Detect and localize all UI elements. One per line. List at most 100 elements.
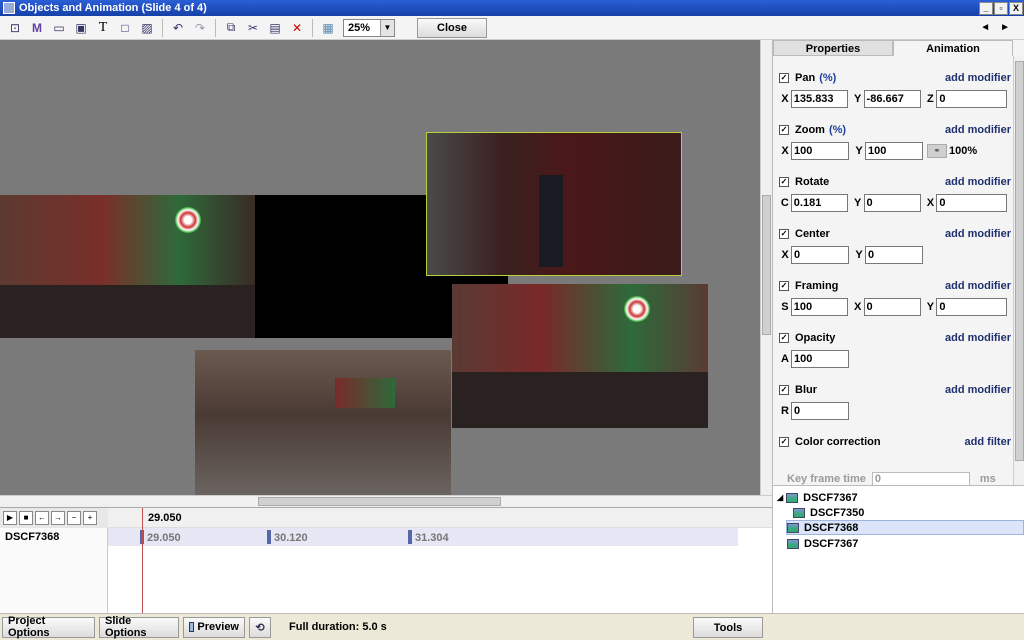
project-options-button[interactable]: Project Options (2, 615, 95, 639)
scroll-thumb[interactable] (1015, 61, 1024, 461)
image-icon[interactable]: ▨ (136, 18, 158, 38)
chevron-down-icon[interactable]: ▼ (380, 19, 394, 36)
tab-properties[interactable]: Properties (773, 40, 893, 56)
scroll-thumb[interactable] (258, 497, 501, 506)
zoom-label: Zoom (795, 124, 825, 136)
pan-tool-icon[interactable]: ⊡ (4, 18, 26, 38)
tree-item-label: DSCF7350 (810, 506, 865, 519)
slide-options-button[interactable]: Slide Options (99, 615, 179, 639)
object-tree: ◢ DSCF7367 DSCF7350 DSCF7368 DSCF7367 (772, 485, 1024, 613)
speaker-figure (539, 175, 563, 267)
zoom-x-input[interactable]: 100 (791, 142, 849, 160)
window-title: Objects and Animation (Slide 4 of 4) (19, 2, 207, 14)
opacity-label: Opacity (795, 332, 836, 344)
blur-r-input[interactable]: 0 (791, 402, 849, 420)
opacity-checkbox[interactable]: ✓ (779, 333, 789, 343)
zoom-out-icon[interactable]: − (67, 511, 81, 525)
playhead[interactable] (142, 508, 143, 614)
blur-add-modifier-link[interactable]: add modifier (945, 384, 1011, 396)
frame-icon[interactable]: ▭ (48, 18, 70, 38)
minimize-button[interactable]: _ (979, 1, 993, 15)
rectangle-icon[interactable]: □ (114, 18, 136, 38)
panel-scrollbar[interactable] (1013, 56, 1024, 485)
center-add-modifier-link[interactable]: add modifier (945, 228, 1011, 240)
rotate-preview-button[interactable]: ⟲ (249, 616, 271, 638)
photo-hall[interactable] (195, 350, 451, 495)
pan-add-modifier-link[interactable]: add modifier (945, 72, 1011, 84)
rotate-checkbox[interactable]: ✓ (779, 177, 789, 187)
framing-add-modifier-link[interactable]: add modifier (945, 280, 1011, 292)
pan-checkbox[interactable]: ✓ (779, 73, 789, 83)
undo-icon[interactable]: ↶ (167, 18, 189, 38)
pan-x-input[interactable]: 135.833 (790, 90, 848, 108)
framing-x-input[interactable]: 0 (863, 298, 921, 316)
photo-stage-left[interactable] (0, 195, 255, 338)
image-icon (787, 522, 799, 533)
preview-button[interactable]: Preview (183, 616, 245, 638)
photo-speaker-selected[interactable] (426, 132, 682, 276)
tools-button[interactable]: Tools (693, 617, 763, 638)
rotate-c-input[interactable]: 0.181 (790, 194, 848, 212)
tree-item-selected[interactable]: DSCF7368 (786, 520, 1024, 535)
rotate-add-modifier-link[interactable]: add modifier (945, 176, 1011, 188)
zoom-y-input[interactable]: 100 (865, 142, 923, 160)
opacity-a-input[interactable]: 100 (791, 350, 849, 368)
keyframe-time-input[interactable]: 0 (871, 472, 970, 486)
play-icon[interactable]: ▶ (3, 511, 17, 525)
grid-icon[interactable]: ▦ (317, 18, 339, 38)
close-window-button[interactable]: X (1009, 1, 1023, 15)
tree-item[interactable]: DSCF7367 (787, 536, 987, 551)
textbox-icon[interactable]: ▣ (70, 18, 92, 38)
color-correction-checkbox[interactable]: ✓ (779, 437, 789, 447)
zoom-in-icon[interactable]: + (83, 511, 97, 525)
keyframe-marker[interactable] (408, 530, 412, 544)
track-name-column: DSCF7368 (0, 528, 108, 614)
zoom-add-modifier-link[interactable]: add modifier (945, 124, 1011, 136)
canvas-vertical-scrollbar[interactable] (760, 40, 772, 495)
stop-icon[interactable]: ■ (19, 511, 33, 525)
text-t-icon[interactable]: T (92, 18, 114, 38)
timeline[interactable]: ▶ ■ ← → − + 29.050 DSCF7368 29.050 30.12… (0, 507, 772, 614)
arrow-left-icon[interactable]: ← (35, 511, 49, 525)
redo-icon[interactable]: ↷ (189, 18, 211, 38)
close-button[interactable]: Close (417, 17, 487, 38)
toolbar: ⊡ M ▭ ▣ T □ ▨ ↶ ↷ ⧉ ✂ ▤ ✕ ▦ 25% ▼ Close … (0, 16, 1024, 40)
arrow-right-icon[interactable]: → (51, 511, 65, 525)
prev-slide-icon[interactable]: ◄ (980, 22, 990, 33)
tab-animation[interactable]: Animation (893, 40, 1013, 56)
center-x-input[interactable]: 0 (791, 246, 849, 264)
opacity-add-modifier-link[interactable]: add modifier (945, 332, 1011, 344)
tree-item[interactable]: ◢ DSCF7367 (777, 490, 977, 505)
scroll-thumb[interactable] (762, 195, 771, 335)
zoom-checkbox[interactable]: ✓ (779, 125, 789, 135)
blur-checkbox[interactable]: ✓ (779, 385, 789, 395)
framing-s-input[interactable]: 100 (790, 298, 848, 316)
slide-canvas[interactable] (0, 40, 760, 495)
tree-item[interactable]: DSCF7350 (793, 505, 983, 520)
center-section: ✓ Center add modifier X0Y0 (779, 226, 1011, 264)
text-m-icon[interactable]: M (26, 18, 48, 38)
add-filter-link[interactable]: add filter (965, 436, 1011, 448)
cut-icon[interactable]: ✂ (242, 18, 264, 38)
canvas-horizontal-scrollbar[interactable] (0, 495, 772, 507)
keyframe-marker[interactable] (267, 530, 271, 544)
pan-y-input[interactable]: -86.667 (863, 90, 921, 108)
framing-checkbox[interactable]: ✓ (779, 281, 789, 291)
copy-icon[interactable]: ⧉ (220, 18, 242, 38)
framing-y-input[interactable]: 0 (936, 298, 1008, 316)
pan-z-input[interactable]: 0 (936, 90, 1008, 108)
next-slide-icon[interactable]: ► (1000, 22, 1010, 33)
center-y-input[interactable]: 0 (865, 246, 923, 264)
zoom-select[interactable]: 25% ▼ (343, 18, 395, 37)
maximize-button[interactable]: ▫ (994, 1, 1008, 15)
timeline-ruler[interactable]: 29.050 (108, 508, 772, 528)
delete-icon[interactable]: ✕ (286, 18, 308, 38)
photo-stage-right[interactable] (452, 284, 708, 428)
toolbar-separator (215, 18, 216, 37)
expand-icon[interactable]: ◢ (777, 493, 783, 502)
paste-icon[interactable]: ▤ (264, 18, 286, 38)
rotate-x-input[interactable]: 0 (936, 194, 1008, 212)
rotate-y-input[interactable]: 0 (863, 194, 921, 212)
link-icon[interactable]: ⚭ (927, 144, 947, 158)
center-checkbox[interactable]: ✓ (779, 229, 789, 239)
